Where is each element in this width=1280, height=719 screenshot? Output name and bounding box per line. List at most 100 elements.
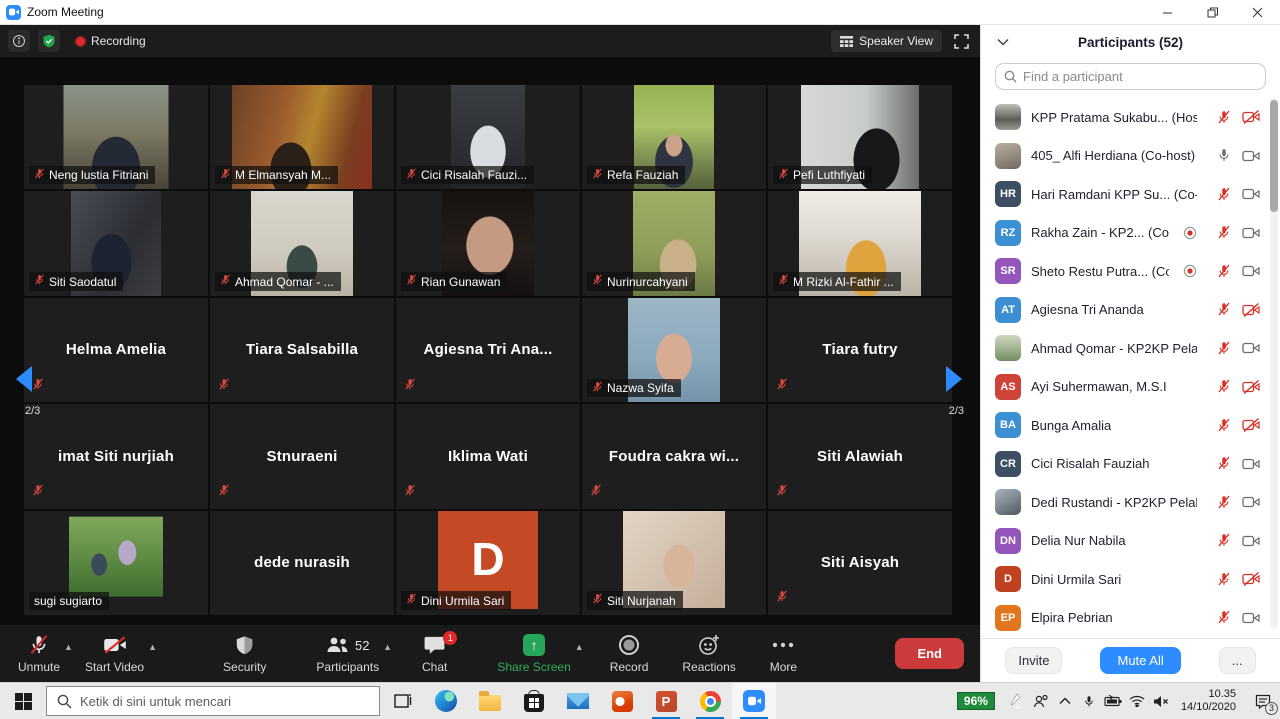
participant-name: Foudra cakra wi... (582, 404, 766, 508)
video-tile[interactable]: M Rizki Al-Fathir ... (768, 191, 952, 295)
panel-scrollbar[interactable] (1270, 98, 1278, 628)
task-view-icon[interactable] (380, 683, 424, 719)
participant-row[interactable]: DDini Urmila Sari (981, 560, 1280, 599)
participant-row[interactable]: DNDelia Nur Nabila (981, 522, 1280, 561)
powerpoint-icon[interactable]: P (644, 683, 688, 719)
zoom-taskbar-icon[interactable] (732, 683, 776, 719)
video-tile[interactable]: Refa Fauziah (582, 85, 766, 189)
reactions-button[interactable]: Reactions (670, 625, 747, 682)
record-button[interactable]: Record (598, 625, 661, 682)
page-indicator-left: 2/3 (25, 405, 40, 417)
participant-row[interactable]: RZRakha Zain - KP2... (Co-host) (981, 214, 1280, 253)
previous-page-button[interactable] (8, 357, 38, 401)
video-tile[interactable]: Ahmad Qomar - ... (210, 191, 394, 295)
video-tile[interactable]: Agiesna Tri Ana... (396, 298, 580, 402)
mail-icon[interactable] (556, 683, 600, 719)
grid-view-icon (840, 36, 853, 47)
security-button[interactable]: Security (211, 625, 278, 682)
fullscreen-button[interactable] (950, 30, 972, 52)
video-tile[interactable]: Pefi Luthfiyati (768, 85, 952, 189)
video-tile[interactable]: M Elmansyah M... (210, 85, 394, 189)
unmute-button[interactable]: Unmute (6, 625, 72, 682)
tray-microphone-icon[interactable] (1077, 683, 1101, 719)
participant-avatar: RZ (995, 220, 1021, 246)
camera-on-icon (1242, 264, 1260, 278)
office-icon[interactable] (600, 683, 644, 719)
video-tile[interactable]: Neng lustia Fitriani (24, 85, 208, 189)
invite-button[interactable]: Invite (1005, 647, 1062, 674)
taskbar-clock[interactable]: 10.35 14/10/2020 (1181, 688, 1236, 714)
video-tile[interactable]: imat Siti nurjiah (24, 404, 208, 508)
close-button[interactable] (1235, 0, 1280, 25)
video-tile[interactable]: Stnuraeni (210, 404, 394, 508)
panel-collapse-chevron-icon[interactable] (997, 33, 1009, 51)
participant-row[interactable]: HRHari Ramdani KPP Su... (Co-host) (981, 175, 1280, 214)
minimize-button[interactable] (1145, 0, 1190, 25)
taskbar-search-box[interactable] (46, 686, 380, 716)
participant-row[interactable]: SRSheto Restu Putra... (Co-host) (981, 252, 1280, 291)
pen-icon[interactable] (1005, 683, 1029, 719)
participant-search-box[interactable] (995, 63, 1266, 90)
video-tile[interactable]: Rian Gunawan (396, 191, 580, 295)
speaker-muted-icon[interactable] (1149, 683, 1173, 719)
tray-battery-icon[interactable] (1101, 683, 1125, 719)
participant-row[interactable]: ASAyi Suhermawan, M.S.I (981, 368, 1280, 407)
microsoft-store-icon[interactable] (512, 683, 556, 719)
participant-row[interactable]: KPP Pratama Sukabu... (Host, me) (981, 98, 1280, 137)
next-page-button[interactable] (940, 357, 970, 401)
video-tile[interactable]: DDini Urmila Sari (396, 511, 580, 615)
file-explorer-icon[interactable] (468, 683, 512, 719)
meeting-info-button[interactable] (8, 30, 30, 52)
video-tile[interactable]: Helma Amelia (24, 298, 208, 402)
restore-button[interactable] (1190, 0, 1235, 25)
record-icon (618, 633, 640, 657)
panel-scrollbar-thumb[interactable] (1270, 100, 1278, 212)
participant-row[interactable]: BABunga Amalia (981, 406, 1280, 445)
speaker-view-button[interactable]: Speaker View (831, 30, 942, 52)
video-tile[interactable]: dede nurasih (210, 511, 394, 615)
wifi-icon[interactable] (1125, 683, 1149, 719)
video-tile[interactable]: Iklima Wati (396, 404, 580, 508)
mic-muted-icon (592, 168, 603, 183)
video-tile[interactable]: Tiara futry (768, 298, 952, 402)
participants-list: KPP Pratama Sukabu... (Host, me)405_ Alf… (981, 98, 1280, 638)
participant-row[interactable]: CRCici Risalah Fauziah (981, 445, 1280, 484)
chat-button[interactable]: 1 Chat (410, 625, 459, 682)
video-tile[interactable]: Siti Saodatul (24, 191, 208, 295)
participant-row[interactable]: EPElpira Pebrian (981, 599, 1280, 638)
mic-muted-icon (29, 633, 49, 657)
participant-row[interactable]: Ahmad Qomar - KP2KP Pelabuh... (981, 329, 1280, 368)
battery-percentage-badge[interactable]: 96% (957, 692, 995, 710)
encryption-shield-icon[interactable] (38, 30, 60, 52)
start-video-button[interactable]: Start Video (73, 625, 156, 682)
video-tile[interactable]: Siti Alawiah (768, 404, 952, 508)
share-screen-button[interactable]: ↑ Share Screen (485, 625, 582, 682)
mic-muted-icon (1217, 379, 1231, 394)
video-tile[interactable]: Nazwa Syifa (582, 298, 766, 402)
participant-row[interactable]: ATAgiesna Tri Ananda (981, 291, 1280, 330)
participant-search-input[interactable] (1023, 69, 1257, 84)
participant-name-chip: Neng lustia Fitriani (29, 166, 155, 185)
panel-more-button[interactable]: ... (1219, 647, 1256, 674)
people-icon[interactable] (1029, 683, 1053, 719)
mute-all-button[interactable]: Mute All (1100, 647, 1180, 674)
notification-center-icon[interactable]: 3 (1246, 683, 1280, 719)
video-tile[interactable]: Foudra cakra wi... (582, 404, 766, 508)
video-tile[interactable]: Siti Nurjanah (582, 511, 766, 615)
video-tile[interactable]: sugi sugiarto (24, 511, 208, 615)
participant-row[interactable]: 405_ Alfi Herdiana (Co-host) (981, 137, 1280, 176)
more-button[interactable]: More (758, 625, 809, 682)
taskbar-search-input[interactable] (80, 694, 369, 709)
chrome-icon[interactable] (688, 683, 732, 719)
tray-expand-chevron-icon[interactable] (1053, 683, 1077, 719)
camera-off-icon (1242, 303, 1260, 317)
end-meeting-button[interactable]: End (895, 638, 964, 669)
participants-button[interactable]: 52 Participants (304, 625, 391, 682)
start-button[interactable] (0, 683, 46, 719)
video-tile[interactable]: Siti Aisyah (768, 511, 952, 615)
video-tile[interactable]: Cici Risalah Fauzi... (396, 85, 580, 189)
video-tile[interactable]: Nurinurcahyani (582, 191, 766, 295)
edge-icon[interactable] (424, 683, 468, 719)
video-tile[interactable]: Tiara Salsabilla (210, 298, 394, 402)
participant-row[interactable]: Dedi Rustandi - KP2KP Pelabuh... (981, 483, 1280, 522)
